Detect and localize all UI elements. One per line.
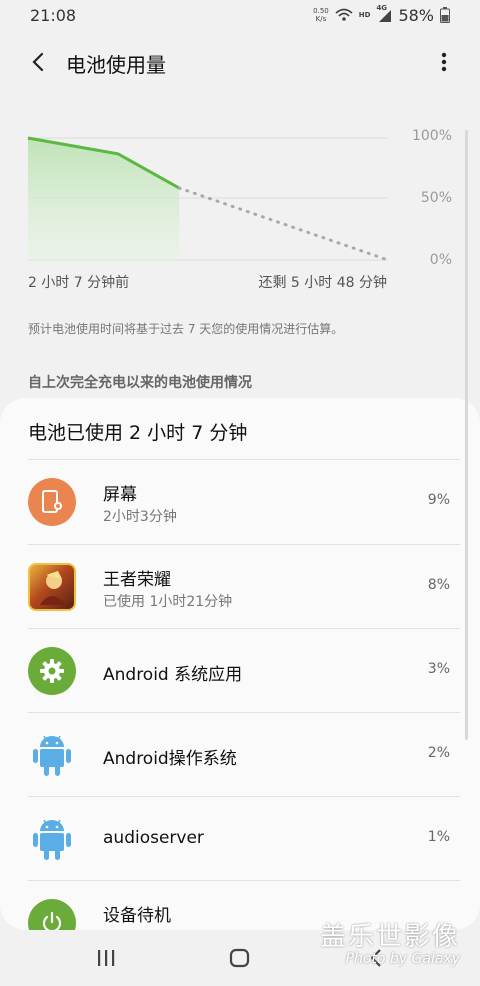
app-usage-time: 已使用 1小时21分钟 (103, 594, 233, 610)
recents-button[interactable] (92, 946, 120, 970)
app-name: Android 系统应用 (103, 665, 243, 685)
android-icon (28, 731, 76, 779)
app-row-audioserver[interactable]: audioserver 1% (0, 797, 480, 881)
more-vert-icon (441, 52, 447, 72)
card-title: 电池已使用 2 小时 7 分钟 (28, 422, 248, 444)
app-name: 王者荣耀 (103, 570, 171, 590)
honor-of-kings-icon (28, 563, 76, 611)
usage-section-header: 自上次完全充电以来的电池使用情况 (28, 375, 252, 391)
app-percent: 1% (427, 829, 450, 845)
app-bar: 电池使用量 (0, 38, 480, 86)
app-name: audioserver (103, 828, 204, 848)
back-arrow-icon (32, 52, 44, 72)
battery-chart: 100% 50% 0% (0, 120, 480, 280)
status-icons: 0.50 K/s HD 4G 58% (313, 4, 450, 25)
wifi-icon (335, 8, 353, 21)
watermark-subtitle: Photo by Galaxy (345, 951, 460, 967)
app-percent: 9% (427, 492, 450, 508)
app-name: 设备待机 (103, 906, 171, 926)
network-speed: 0.50 K/s (313, 7, 329, 23)
gear-icon (28, 647, 76, 695)
watermark-title: 盖乐世影像 (319, 922, 460, 952)
chart-start-label: 2 小时 7 分钟前 (28, 275, 130, 291)
battery-icon (440, 7, 450, 23)
more-options-button[interactable] (432, 48, 456, 76)
usage-area-fill (28, 138, 180, 260)
app-row-honor-of-kings[interactable]: 王者荣耀 已使用 1小时21分钟 8% (0, 545, 480, 629)
recents-icon (98, 950, 115, 966)
predicted-line (177, 186, 390, 262)
app-percent: 2% (427, 745, 450, 761)
signal-icon: 4G (376, 4, 392, 22)
power-icon (28, 899, 76, 930)
app-row-android-os[interactable]: Android操作系统 2% (0, 713, 480, 797)
ytick-50: 50% (420, 190, 452, 206)
app-percent: 3% (427, 661, 450, 677)
app-name: Android操作系统 (103, 749, 237, 769)
app-name: 屏幕 (103, 485, 137, 505)
app-percent: 8% (427, 577, 450, 593)
page-title: 电池使用量 (66, 53, 166, 77)
estimate-note: 预计电池使用时间将基于过去 7 天您的使用情况进行估算。 (28, 322, 344, 336)
home-icon (229, 948, 250, 968)
hd-badge: HD (358, 11, 371, 19)
ytick-0: 0% (429, 252, 452, 268)
android-icon (28, 815, 76, 863)
scrollbar[interactable] (465, 130, 468, 740)
chart-end-label: 还剩 5 小时 48 分钟 (258, 275, 387, 291)
home-button[interactable] (226, 946, 254, 970)
watermark: 盖乐世影像 Photo by Galaxy (320, 916, 460, 967)
back-button[interactable] (24, 48, 52, 76)
ytick-100: 100% (411, 128, 452, 144)
battery-percent: 58% (398, 5, 434, 25)
app-row-screen[interactable]: 屏幕 2小时3分钟 9% (0, 460, 480, 544)
app-usage-time: 2小时3分钟 (103, 509, 177, 525)
usage-card: 电池已使用 2 小时 7 分钟 屏幕 2小时3分钟 9% 王者荣耀 已使用 1小… (0, 398, 480, 930)
status-bar: 21:08 0.50 K/s HD 4G 58% (0, 0, 480, 30)
clock: 21:08 (30, 5, 77, 25)
chart-svg (27, 136, 390, 262)
screen-icon (28, 478, 76, 526)
app-row-android-system-apps[interactable]: Android 系统应用 3% (0, 629, 480, 713)
